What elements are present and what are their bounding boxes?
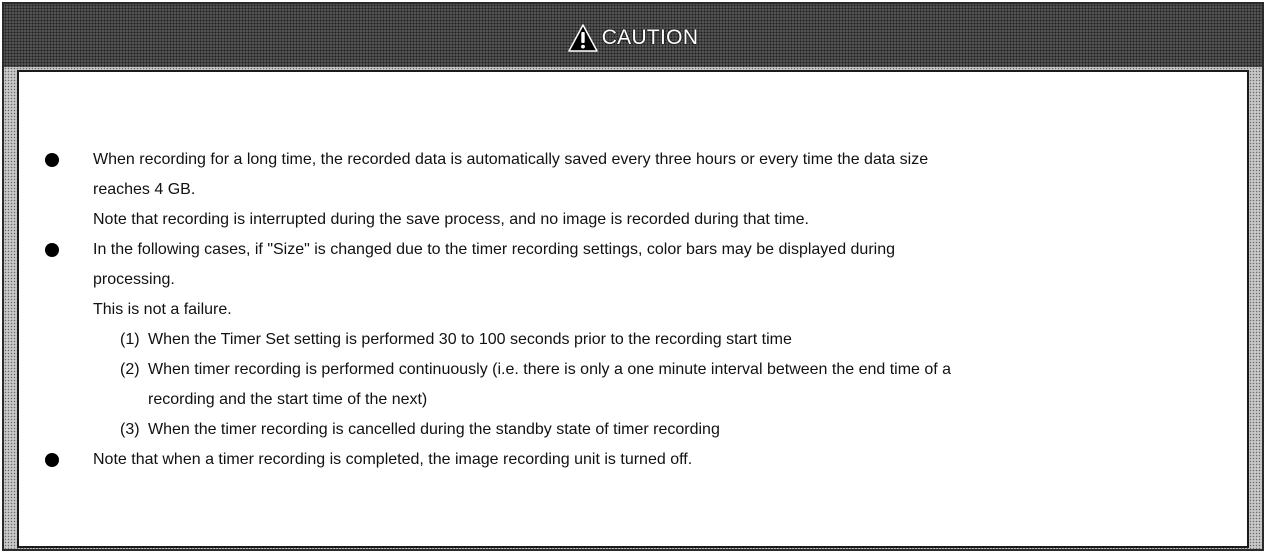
- item-1-line-1: When the Timer Set setting is performed …: [148, 331, 792, 348]
- item-2-line-2: recording and the start time of the next…: [148, 391, 428, 408]
- item-3-line-1: When the timer recording is cancelled du…: [148, 421, 720, 438]
- caution-header: CAUTION: [4, 4, 1262, 67]
- bullet-2-line-1: In the following cases, if "Size" is cha…: [93, 241, 896, 258]
- bullet-icon: [45, 453, 59, 467]
- caution-content-panel: When recording for a long time, the reco…: [17, 70, 1249, 548]
- bullet-2-note: This is not a failure.: [93, 301, 232, 318]
- caution-box: CAUTION When recording for a long time, …: [2, 2, 1264, 551]
- item-2-number: (2): [120, 361, 140, 378]
- bullet-3-line-1: Note that when a timer recording is comp…: [93, 451, 693, 468]
- item-1-number: (1): [120, 331, 140, 348]
- bullet-2-line-2: processing.: [93, 271, 175, 288]
- bullet-1-line-2: reaches 4 GB.: [93, 181, 196, 198]
- bullet-1-note: Note that recording is interrupted durin…: [93, 211, 809, 228]
- warning-triangle-icon: [567, 23, 598, 52]
- caution-header-inner: CAUTION: [567, 23, 699, 52]
- item-2-line-1: When timer recording is performed contin…: [148, 361, 952, 378]
- caution-title: CAUTION: [601, 26, 699, 49]
- item-3-number: (3): [120, 421, 140, 438]
- bullet-1-line-1: When recording for a long time, the reco…: [93, 151, 929, 168]
- bullet-icon: [45, 243, 59, 257]
- bullet-icon: [45, 153, 59, 167]
